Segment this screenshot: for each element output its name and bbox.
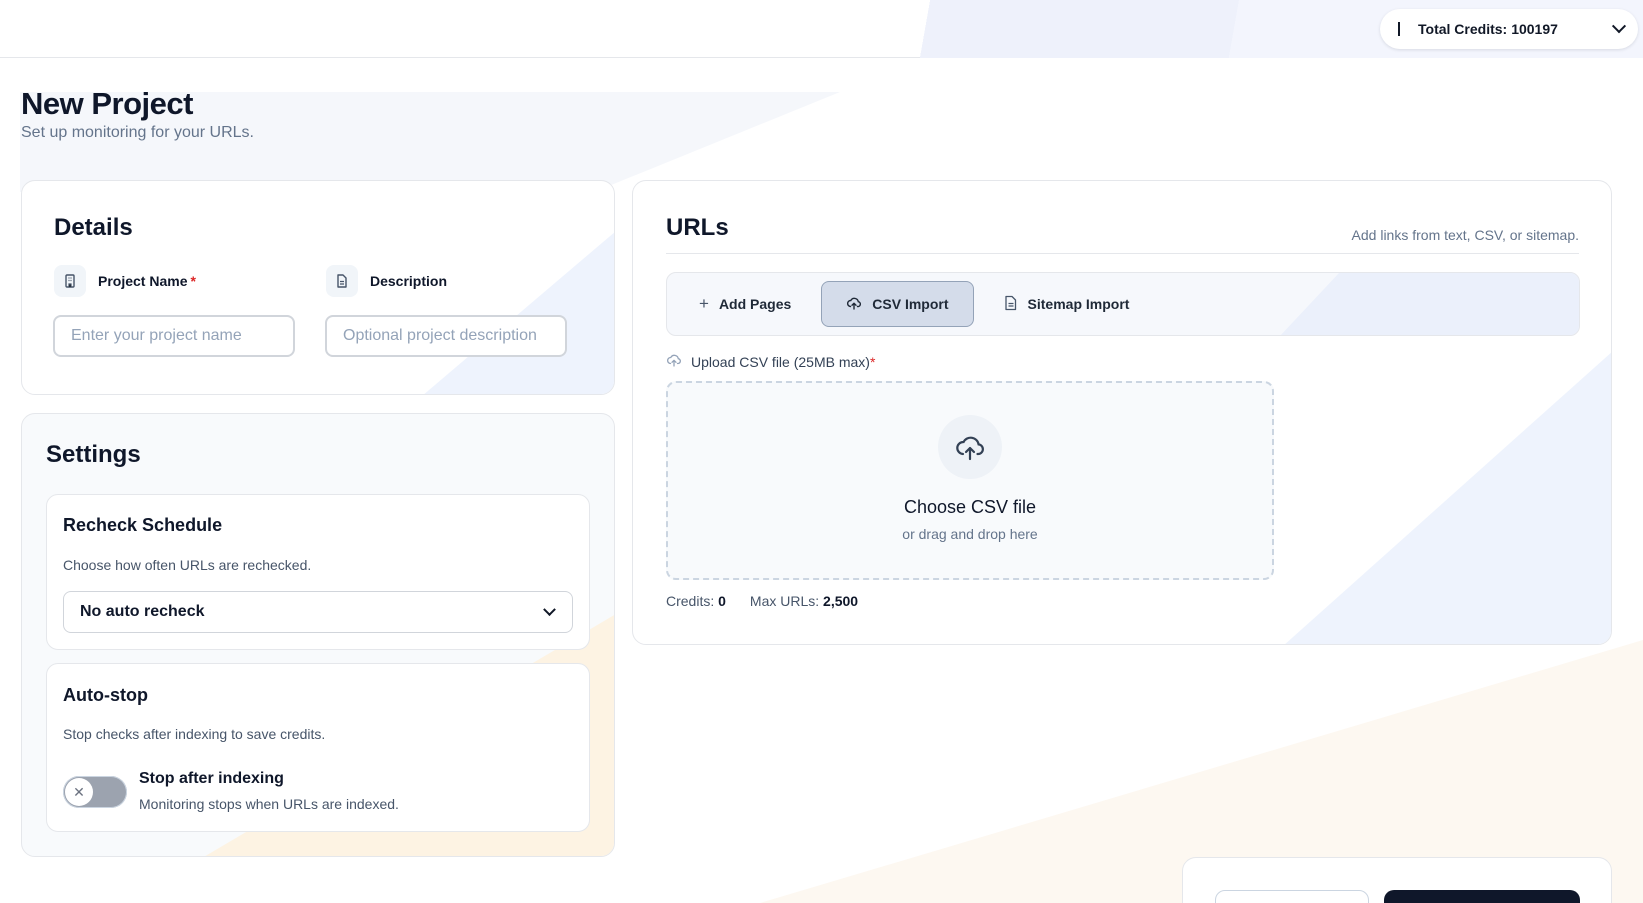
credits-value: 100197 [1511,21,1558,37]
upload-label: Upload CSV file (25MB max)* [666,352,875,371]
page-subtitle: Set up monitoring for your URLs. [21,124,254,141]
settings-card: Settings Recheck Schedule Choose how oft… [21,413,615,857]
csv-dropzone[interactable]: Choose CSV file or drag and drop here [666,381,1274,580]
building-icon [54,265,86,297]
credits-value: 0 [718,593,726,609]
divider [1398,22,1400,36]
card-decoration [1283,351,1611,644]
project-name-input[interactable] [53,315,295,357]
settings-title: Settings [46,441,141,468]
details-title: Details [54,214,133,241]
chevron-down-icon [543,602,556,616]
document-icon [1004,295,1018,314]
create-project-button[interactable] [1384,890,1580,903]
auto-stop-description: Stop checks after indexing to save credi… [63,726,326,742]
cloud-upload-icon [846,295,862,314]
page-header: New Project Set up monitoring for your U… [21,86,254,142]
toggle-title: Stop after indexing [139,770,284,787]
required-mark: * [869,353,876,370]
description-label-row: Description [326,265,447,297]
credits-dropdown[interactable]: Total Credits: 100197 [1380,9,1638,49]
toggle-description: Monitoring stops when URLs are indexed. [139,796,399,812]
form-actions-card [1182,857,1612,903]
urls-hint: Add links from text, CSV, or sitemap. [1351,227,1579,243]
close-icon: ✕ [65,778,93,806]
recheck-description: Choose how often URLs are rechecked. [63,557,312,573]
dropzone-title: Choose CSV file [903,497,1037,517]
project-name-label-row: Project Name * [54,265,196,297]
page-title: New Project [21,86,193,121]
urls-card: URLs Add links from text, CSV, or sitema… [632,180,1612,645]
document-icon [326,265,358,297]
recheck-select[interactable]: No auto recheck [63,591,573,633]
tab-sitemap-import[interactable]: Sitemap Import [980,281,1154,327]
tab-label: Add Pages [718,296,792,312]
upload-label-text: Upload CSV file (25MB max) [691,353,870,370]
auto-stop-title: Auto-stop [63,685,148,705]
description-input[interactable] [325,315,567,357]
tab-label: CSV Import [872,296,949,312]
cloud-upload-icon [666,352,682,371]
required-mark: * [190,273,196,289]
description-label: Description [370,273,448,289]
cloud-upload-icon [938,415,1002,479]
urls-title: URLs [666,214,729,241]
recheck-schedule-card: Recheck Schedule Choose how often URLs a… [46,494,590,650]
recheck-title: Recheck Schedule [63,515,223,535]
card-decoration [422,231,614,394]
credits-label: Credits: [666,593,715,609]
credits-label: Total Credits: [1418,21,1508,37]
tab-add-pages[interactable]: + Add Pages [675,281,815,327]
project-name-label: Project Name [98,273,188,289]
details-card: Details Project Name * Description [21,180,615,395]
dropzone-subtitle: or drag and drop here [902,526,1038,542]
tab-csv-import[interactable]: CSV Import [821,281,974,327]
stop-after-indexing-toggle[interactable]: ✕ [63,776,127,808]
plus-icon: + [699,294,709,313]
credits-summary: Credits: 0 Max URLs: 2,500 [666,593,858,609]
auto-stop-card: Auto-stop Stop checks after indexing to … [46,663,590,832]
max-urls-value: 2,500 [823,593,859,609]
tab-label: Sitemap Import [1027,296,1130,312]
max-urls-label: Max URLs: [749,593,820,609]
cancel-button[interactable] [1215,890,1369,903]
divider [666,253,1579,254]
import-tabs: + Add Pages CSV Import Sitemap Import [666,272,1580,336]
recheck-selected-value: No auto recheck [80,603,205,620]
tabs-decoration [1279,273,1579,335]
chevron-down-icon [1611,19,1627,34]
